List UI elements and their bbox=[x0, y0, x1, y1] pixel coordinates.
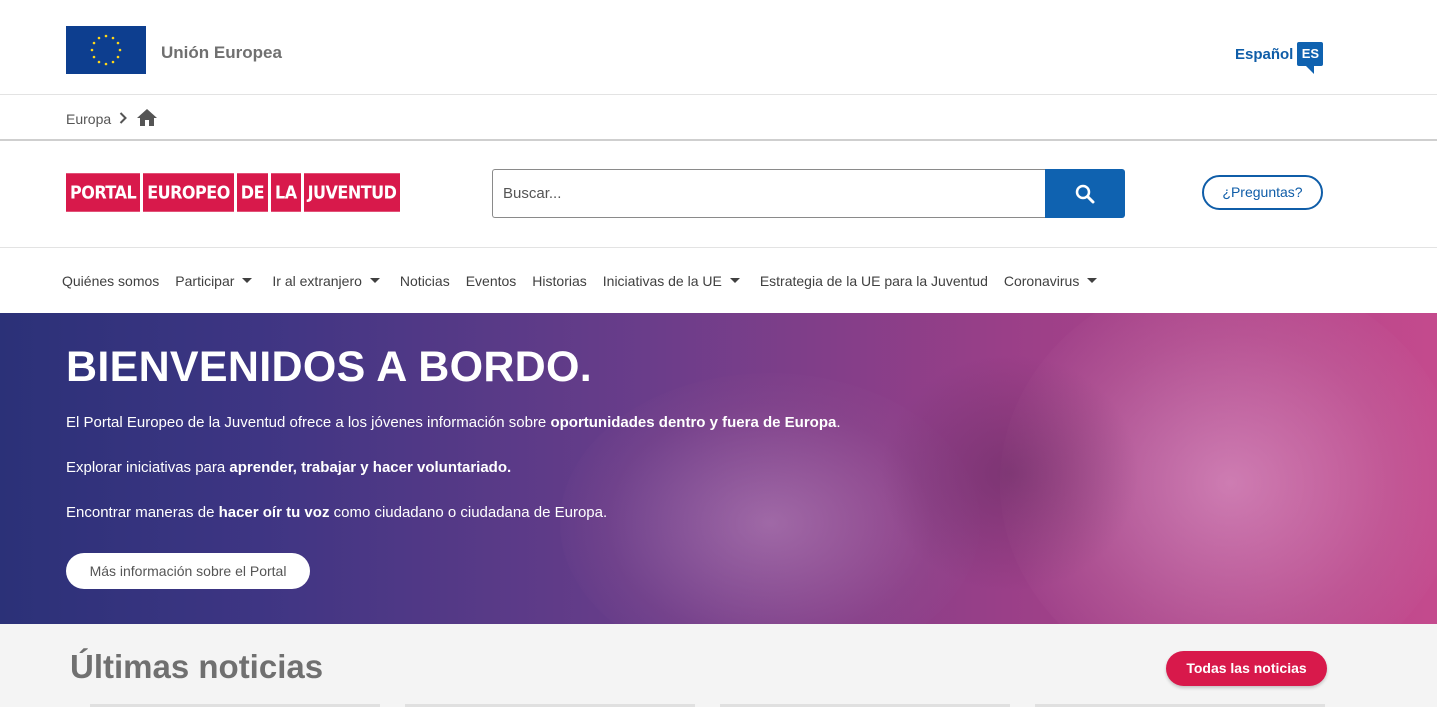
hero-banner: BIENVENIDOS A BORDO. El Portal Europeo d… bbox=[0, 313, 1437, 624]
nav-label: Eventos bbox=[465, 272, 517, 289]
breadcrumb-europa-link[interactable]: Europa bbox=[66, 111, 111, 127]
nav-label: Coronavirus bbox=[1003, 272, 1080, 289]
portal-logo[interactable]: PORTAL EUROPEO DE LA JUVENTUD bbox=[66, 173, 401, 212]
eu-name: Unión Europea bbox=[161, 43, 282, 62]
news-title: Últimas noticias bbox=[70, 648, 324, 685]
caret-down-icon bbox=[729, 278, 740, 283]
site-header: PORTAL EUROPEO DE LA JUVENTUD ¿Preguntas… bbox=[0, 141, 1437, 248]
nav-item-eventos[interactable]: Eventos bbox=[466, 273, 517, 289]
nav-label: Quiénes somos bbox=[62, 272, 160, 289]
logo-word: LA bbox=[271, 173, 301, 212]
nav-item-ir-al-extranjero[interactable]: Ir al extranjero bbox=[272, 273, 383, 289]
search-form bbox=[492, 169, 1125, 218]
eu-top-bar: Unión Europea Español ES bbox=[0, 0, 1437, 95]
eu-flag-logo[interactable] bbox=[66, 26, 146, 74]
all-news-button[interactable]: Todas las noticias bbox=[1166, 651, 1327, 686]
logo-word: EUROPEO bbox=[143, 173, 234, 212]
search-button[interactable] bbox=[1045, 169, 1125, 218]
caret-down-icon bbox=[369, 278, 380, 283]
breadcrumb: Europa bbox=[0, 95, 1437, 141]
search-input[interactable] bbox=[492, 169, 1045, 218]
nav-label: Noticias bbox=[399, 272, 450, 289]
nav-item-estrategia[interactable]: Estrategia de la UE para la Juventud bbox=[760, 273, 988, 289]
nav-item-historias[interactable]: Historias bbox=[532, 273, 586, 289]
caret-down-icon bbox=[1087, 278, 1098, 283]
hero-paragraph-2: Explorar iniciativas para aprender, trab… bbox=[66, 459, 512, 476]
hero-paragraph-3: Encontrar maneras de hacer oír tu voz co… bbox=[66, 504, 608, 521]
nav-label: Estrategia de la UE para la Juventud bbox=[759, 272, 988, 289]
hero-paragraph-1: El Portal Europeo de la Juventud ofrece … bbox=[66, 414, 841, 431]
logo-word: JUVENTUD bbox=[303, 173, 401, 212]
language-code-icon: ES bbox=[1297, 42, 1324, 74]
hero-image-overlay bbox=[880, 353, 1140, 593]
faq-button[interactable]: ¿Preguntas? bbox=[1202, 175, 1323, 210]
nav-item-coronavirus[interactable]: Coronavirus bbox=[1004, 273, 1101, 289]
nav-item-quienes-somos[interactable]: Quiénes somos bbox=[62, 273, 159, 289]
language-label: Español bbox=[1235, 45, 1294, 63]
nav-label: Historias bbox=[532, 272, 587, 289]
nav-item-noticias[interactable]: Noticias bbox=[400, 273, 450, 289]
hero-title: BIENVENIDOS A BORDO. bbox=[66, 343, 593, 391]
nav-label: Participar bbox=[175, 272, 235, 289]
nav-item-iniciativas[interactable]: Iniciativas de la UE bbox=[603, 273, 744, 289]
home-icon[interactable] bbox=[137, 109, 158, 129]
news-section: Últimas noticias Todas las noticias bbox=[0, 624, 1437, 707]
search-icon bbox=[1075, 184, 1095, 203]
caret-down-icon bbox=[242, 278, 253, 283]
more-info-button[interactable]: Más información sobre el Portal bbox=[66, 553, 310, 589]
logo-word: DE bbox=[236, 173, 269, 212]
nav-label: Ir al extranjero bbox=[272, 272, 362, 289]
eu-stars-icon bbox=[66, 26, 146, 74]
logo-word: PORTAL bbox=[66, 173, 141, 212]
main-nav: Quiénes somos Participar Ir al extranjer… bbox=[0, 248, 1437, 313]
nav-label: Iniciativas de la UE bbox=[602, 272, 722, 289]
language-selector[interactable]: Español ES bbox=[1235, 42, 1324, 74]
nav-item-participar[interactable]: Participar bbox=[175, 273, 256, 289]
chevron-right-icon bbox=[119, 111, 128, 127]
